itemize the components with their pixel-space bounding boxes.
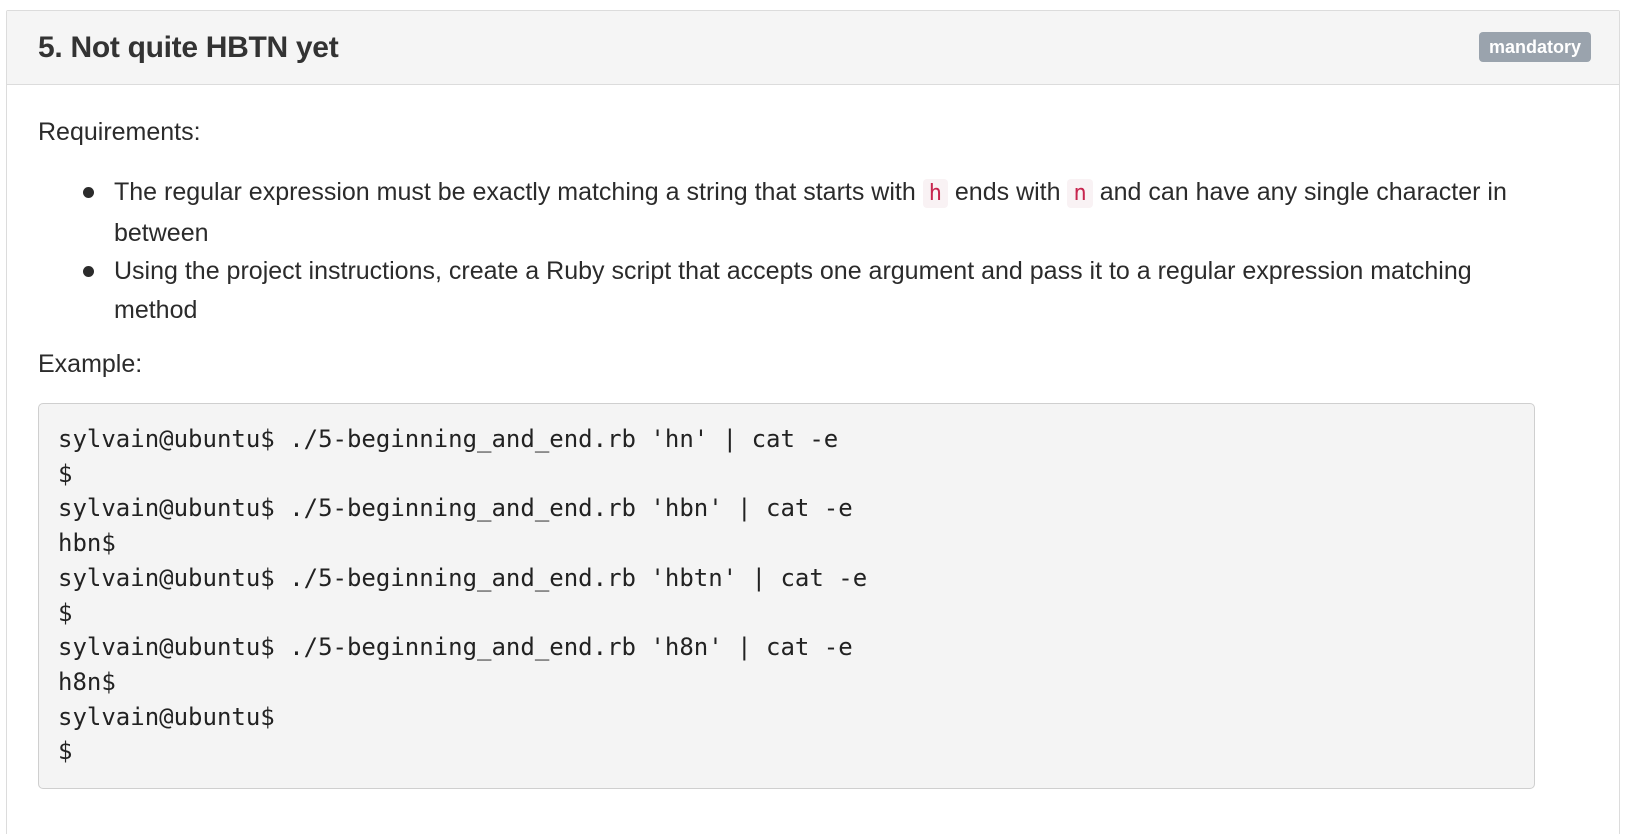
- example-code-block: sylvain@ubuntu$ ./5-beginning_and_end.rb…: [38, 403, 1535, 789]
- task-header: 5. Not quite HBTN yet mandatory: [7, 11, 1619, 85]
- requirements-label: Requirements:: [38, 118, 201, 146]
- code-line: sylvain@ubuntu$: [58, 702, 275, 731]
- mandatory-badge: mandatory: [1478, 32, 1591, 62]
- code-line: sylvain@ubuntu$ ./5-beginning_and_end.rb…: [58, 633, 853, 662]
- inline-code: h: [922, 179, 948, 208]
- example-label: Example:: [38, 350, 143, 378]
- code-line: hbn$: [58, 529, 116, 558]
- code-line: sylvain@ubuntu$ ./5-beginning_and_end.rb…: [58, 494, 853, 523]
- requirement-text: Using the project instructions, create a…: [114, 257, 1472, 324]
- inline-code: n: [1067, 179, 1093, 208]
- code-line: $: [58, 598, 73, 627]
- code-line: sylvain@ubuntu$ ./5-beginning_and_end.rb…: [58, 563, 868, 592]
- code-line: h8n$: [58, 667, 116, 696]
- task-panel: 5. Not quite HBTN yet mandatory Requirem…: [6, 10, 1620, 834]
- code-line: $: [58, 459, 73, 488]
- requirement-text: The regular expression must be exactly m…: [114, 178, 916, 206]
- requirement-text: ends with: [954, 178, 1061, 206]
- task-title: 5. Not quite HBTN yet: [38, 31, 339, 64]
- code-line: sylvain@ubuntu$ ./5-beginning_and_end.rb…: [58, 425, 839, 453]
- requirement-item: Using the project instructions, create a…: [38, 252, 1548, 329]
- requirement-item: The regular expression must be exactly m…: [38, 173, 1548, 252]
- code-line: $: [58, 737, 73, 766]
- requirements-list: The regular expression must be exactly m…: [38, 173, 1548, 329]
